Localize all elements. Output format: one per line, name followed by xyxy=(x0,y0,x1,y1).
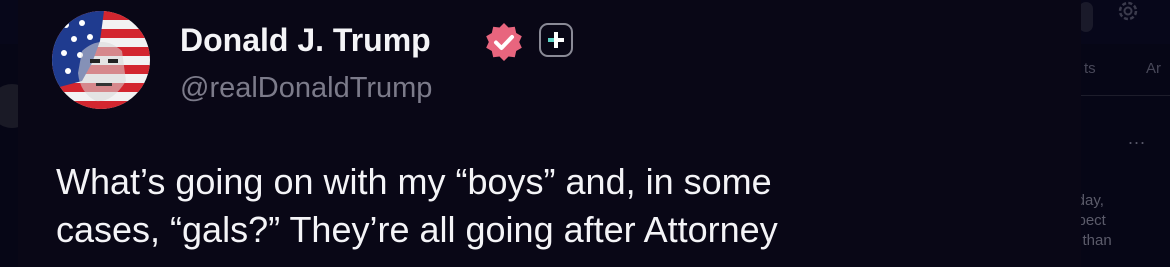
verified-badge-icon xyxy=(485,23,523,61)
plus-badge-icon[interactable] xyxy=(539,23,573,57)
background-snippet-line: xpect xyxy=(1070,212,1106,229)
flag-portrait-avatar[interactable] xyxy=(52,11,150,109)
more-dots-icon[interactable]: ... xyxy=(1128,128,1146,149)
background-edge-icon xyxy=(1079,2,1093,32)
user-handle[interactable]: @realDonaldTrump xyxy=(180,72,432,105)
gear-icon[interactable] xyxy=(1113,0,1143,28)
background-tab[interactable]: Ar xyxy=(1146,60,1161,77)
post-text-line: What’s going on with my “boys” and, in s… xyxy=(56,161,772,202)
post-text: What’s going on with my “boys” and, in s… xyxy=(56,158,1066,254)
display-name[interactable]: Donald J. Trump xyxy=(180,22,431,59)
background-tab[interactable]: ts xyxy=(1084,60,1096,77)
post-card: Donald J. Trump @realDonaldTrump What’s … xyxy=(18,0,1081,267)
background-snippet: liday, xpect e than xyxy=(1070,191,1170,251)
post-text-line: cases, “gals?” They’re all going after A… xyxy=(56,209,778,250)
background-snippet-line: liday, xyxy=(1070,192,1104,209)
background-snippet-line: e than xyxy=(1070,232,1112,249)
